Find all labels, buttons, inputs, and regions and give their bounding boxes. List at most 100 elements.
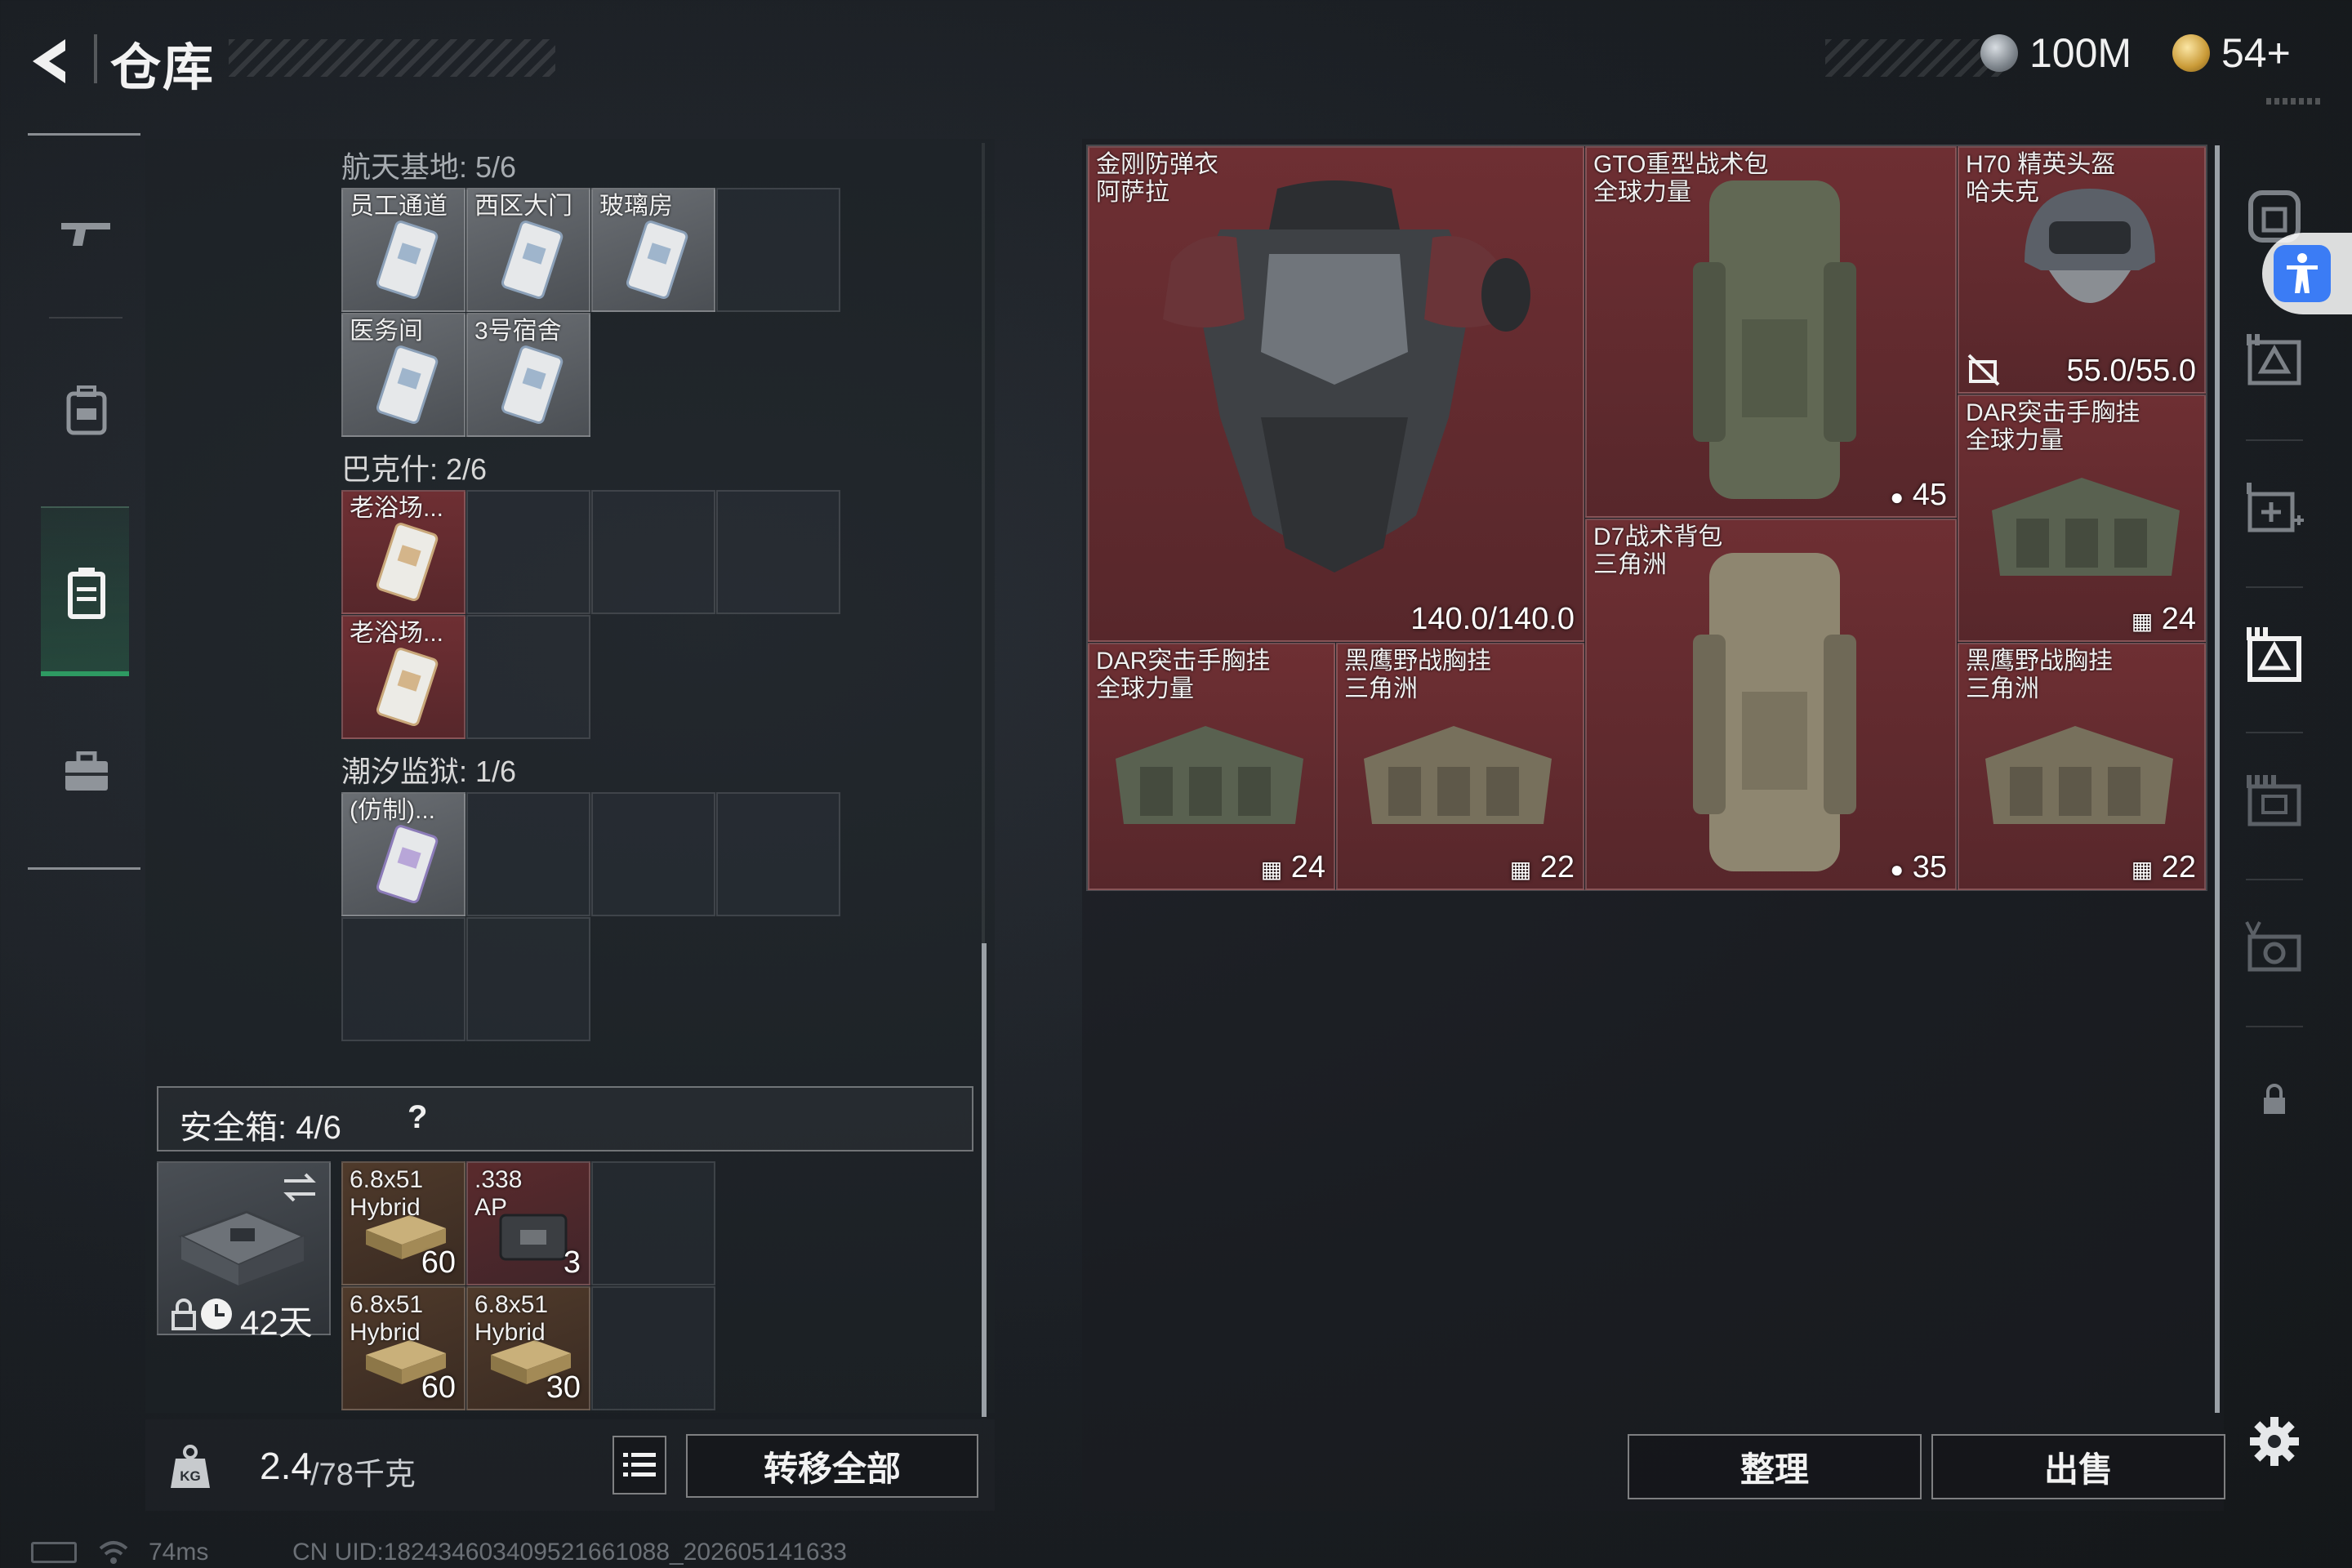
key-label: 老浴场... (350, 495, 444, 522)
backpack-item[interactable]: GTO重型战术包 全球力量 ● 45 (1585, 146, 1957, 518)
battery-icon (31, 1542, 77, 1563)
weapons-tab[interactable] (49, 196, 124, 271)
stash-scrollbar[interactable] (2215, 145, 2220, 1413)
item-durability: 140.0/140.0 (1410, 602, 1575, 636)
ammo-item[interactable]: 6.8x51 Hybrid 60 (341, 1286, 466, 1410)
ammo-item[interactable]: .338 AP 3 (466, 1161, 590, 1285)
key-card-item[interactable]: 玻璃房 (591, 188, 715, 312)
key-label: 西区大门 (474, 193, 572, 220)
key-card-item[interactable]: 老浴场... (341, 490, 466, 614)
sidebar-separator (2246, 439, 2303, 441)
left-scrollbar-thumb[interactable] (982, 943, 987, 1417)
grid-cell[interactable] (466, 917, 590, 1041)
key-label: 医务间 (350, 318, 423, 345)
grid-cell[interactable] (466, 792, 590, 916)
nav-separator (49, 317, 122, 318)
chest-rig-item[interactable]: DAR突击手胸挂 全球力量 ▦ 24 (1088, 643, 1335, 890)
key-label: 玻璃房 (599, 193, 673, 220)
back-button[interactable] (24, 33, 82, 90)
keycard-icon (501, 345, 564, 425)
container-tab[interactable] (49, 555, 124, 630)
clock-icon (201, 1298, 232, 1330)
key-card-item[interactable]: 医务间 (341, 313, 466, 437)
item-brand: 全球力量 (1966, 427, 2064, 454)
ammo-type: AP (474, 1194, 508, 1221)
stash-tab-5[interactable] (2242, 915, 2307, 980)
stash-tab-2[interactable] (2242, 327, 2307, 392)
safe-box-help-button[interactable]: ? (408, 1099, 427, 1136)
gun-icon (61, 223, 110, 246)
ammo-type: Hybrid (474, 1319, 546, 1346)
key-card-item[interactable]: (仿制)... (341, 792, 466, 916)
lock-icon (2264, 1084, 2285, 1114)
swap-icon[interactable] (279, 1169, 320, 1205)
item-name: DAR突击手胸挂 (1966, 399, 2140, 426)
item-capacity: ● 35 (1890, 850, 1947, 885)
grid-cell[interactable] (591, 1286, 715, 1410)
helmet-item[interactable]: H70 精英头盔 哈夫克 55.0/55.0 (1958, 146, 2206, 394)
weight-current: 2.4 (260, 1445, 312, 1487)
accessibility-icon (2287, 253, 2318, 293)
grid-cell[interactable] (716, 792, 840, 916)
item-capacity: ▦ 22 (2132, 850, 2196, 885)
key-card-item[interactable]: 老浴场... (341, 615, 466, 739)
uid-text: CN UID:1824346034095216610​88_2026051416… (292, 1539, 847, 1566)
list-view-button[interactable] (612, 1436, 666, 1494)
weight-sack-icon: ● (1890, 857, 1904, 882)
item-brand: 阿萨拉 (1096, 179, 1169, 206)
keycard-icon (376, 648, 439, 727)
settings-button[interactable] (2242, 1409, 2307, 1474)
nav-bottom-line (28, 867, 140, 870)
key-card-item[interactable]: 员工通道 (341, 188, 466, 312)
backpack-item[interactable]: D7战术背包 三角洲 ● 35 (1585, 519, 1957, 890)
keycard-icon (376, 523, 439, 602)
ammo-type: Hybrid (350, 1319, 421, 1346)
grid-cell[interactable] (591, 490, 715, 614)
item-durability: 55.0/55.0 (2066, 354, 2196, 388)
grid-cell[interactable] (716, 188, 840, 312)
stash-tab-3-active[interactable] (2242, 622, 2307, 688)
chest-rig-item[interactable]: DAR突击手胸挂 全球力量 ▦ 24 (1958, 394, 2206, 642)
grid-cell[interactable] (591, 1161, 715, 1285)
chest-rig-item[interactable]: 黑鹰野战胸挂 三角洲 ▦ 22 (1336, 643, 1584, 890)
grid-cell[interactable] (591, 792, 715, 916)
chest-rig-item[interactable]: 黑鹰野战胸挂 三角洲 ▦ 22 (1958, 643, 2206, 890)
key-card-item[interactable]: 西区大门 (466, 188, 590, 312)
locked-stash-tab[interactable] (2242, 1067, 2307, 1132)
briefcase-tab[interactable] (49, 735, 124, 810)
ammo-item[interactable]: 6.8x51 Hybrid 60 (341, 1161, 466, 1285)
add-stash-tab[interactable] (2242, 475, 2307, 541)
header-stripe-right (1825, 39, 2005, 77)
currency-secondary-value: 54+ (2221, 30, 2291, 76)
grid-cell[interactable] (466, 490, 590, 614)
gear-icon (2250, 1417, 2299, 1466)
grid-slots-icon: ▦ (1509, 857, 1532, 882)
item-name: D7战术背包 (1593, 523, 1723, 550)
key-card-item[interactable]: 3号宿舍 (466, 313, 590, 437)
ammo-item[interactable]: 6.8x51 Hybrid 30 (466, 1286, 590, 1410)
stash-tab-4[interactable] (2242, 768, 2307, 833)
header-small-text (2266, 98, 2323, 105)
grid-cell[interactable] (341, 917, 466, 1041)
grid-cell[interactable] (716, 490, 840, 614)
sort-button[interactable]: 整理 (1628, 1434, 1922, 1499)
item-name: 黑鹰野战胸挂 (1966, 648, 2113, 675)
grid-cell[interactable] (466, 615, 590, 739)
safe-box-label: 安全箱: 4/6 (180, 1110, 341, 1146)
no-repair-icon (1967, 354, 2000, 386)
sidebar-separator (2246, 586, 2303, 588)
silver-coin-icon (1980, 34, 2018, 72)
stash-page-icon (2247, 627, 2301, 682)
ammo-caliber: 6.8x51 (350, 1291, 424, 1318)
armor-item[interactable]: 金刚防弹衣 阿萨拉 140.0/140.0 (1088, 146, 1584, 642)
accessibility-button[interactable] (2262, 233, 2352, 314)
currency-secondary: 54+ (2172, 29, 2291, 77)
safe-box-container[interactable]: 42天 (157, 1161, 331, 1342)
chest-rig-icon (1116, 726, 1303, 824)
header-divider (94, 34, 97, 83)
capacity-value: 24 (1290, 850, 1325, 884)
transfer-all-button[interactable]: 转移全部 (686, 1434, 978, 1498)
sell-button[interactable]: 出售 (1931, 1434, 2225, 1499)
backpack-tab[interactable] (49, 372, 124, 448)
weight-sack-icon: ● (1890, 484, 1904, 510)
